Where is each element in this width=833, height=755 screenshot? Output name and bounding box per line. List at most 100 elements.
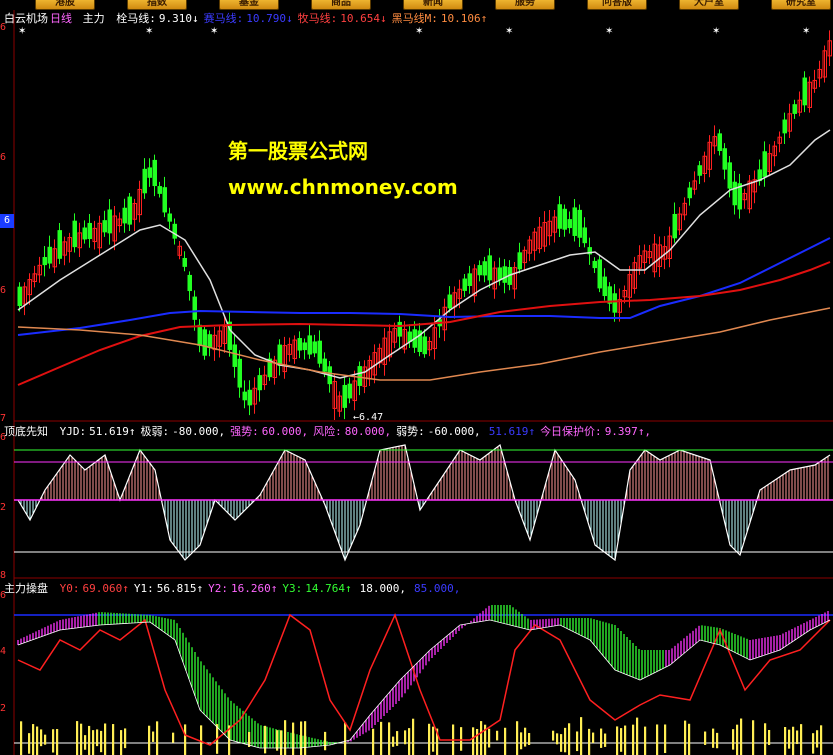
yellow-column — [740, 718, 743, 755]
main-line-item-arrow: ↓ — [192, 12, 199, 25]
yellow-column — [52, 729, 55, 753]
toolbar: 港股 指数 基金 商品 新闻 服务 问答版 大户室 研究室 — [0, 0, 833, 10]
yellow-column — [736, 724, 739, 755]
yellow-column — [560, 734, 563, 752]
yellow-column — [784, 727, 787, 755]
main-line-item-label: 牧马线: — [297, 12, 338, 25]
yellow-column — [408, 728, 411, 755]
yellow-column — [632, 724, 635, 755]
panel3-item-arrow: ↑ — [270, 582, 278, 595]
candle-body — [232, 344, 237, 367]
candle-body — [317, 340, 322, 364]
stock-chart-canvas[interactable]: ✶ ✶ ✶ ✶ ✶ ✶ ✶ ✶ — [0, 10, 833, 755]
yellow-column — [284, 720, 287, 755]
toolbar-button-1[interactable]: 港股 — [35, 0, 95, 10]
toolbar-button-5[interactable]: 新闻 — [403, 0, 463, 10]
panel3-axis-label-2: 4 — [0, 646, 7, 657]
candle-body — [567, 219, 572, 229]
yellow-column — [732, 729, 735, 750]
panel2-item-arrow: ↑ — [528, 425, 536, 438]
candle-body — [102, 220, 107, 233]
yellow-column — [300, 721, 303, 755]
candle-body — [477, 265, 482, 276]
yellow-column — [40, 729, 43, 747]
panel3-item-value: 14.764 — [305, 582, 345, 595]
panel3-item-5: 18.000, — [357, 582, 406, 595]
toolbar-button-4[interactable]: 商品 — [311, 0, 371, 10]
yellow-column — [768, 729, 771, 746]
yellow-column — [472, 727, 475, 755]
star-marker: ✶ — [145, 26, 153, 37]
yellow-column — [124, 728, 127, 749]
panel3-item-value: 56.815 — [156, 582, 197, 595]
yellow-column — [304, 721, 307, 755]
main-line-item-3: 牧马线: 10.654↓ — [298, 12, 387, 25]
candle-body — [762, 151, 767, 177]
panel2-axis-label-1: 6 — [0, 432, 7, 443]
panel2-item-value: -60.000, — [427, 425, 481, 438]
candle-body — [157, 186, 162, 194]
yellow-column — [56, 729, 59, 755]
candle-body — [347, 383, 352, 399]
candle-body — [357, 366, 362, 386]
watermark-title: 第一股票公式网 — [228, 139, 368, 163]
panel2-item-value: 60.000, — [261, 425, 309, 438]
candle-body — [257, 375, 262, 391]
yellow-column — [564, 727, 567, 753]
panel2-item-value: 51.619 — [488, 425, 529, 438]
yellow-column — [716, 732, 719, 749]
candle-body — [302, 342, 307, 351]
main-line-item-value: 10.106 — [440, 12, 481, 25]
toolbar-button-3[interactable]: 基金 — [219, 0, 279, 10]
panel3-header: 主力操盘 Y0: 69.060↑ Y1: 56.815↑ Y2: 16.260↑ Y3: 14… — [4, 582, 460, 595]
candle-body — [237, 358, 242, 388]
candle-body — [517, 252, 522, 270]
yellow-column — [32, 724, 35, 755]
candle-body — [672, 213, 677, 239]
toolbar-button-8[interactable]: 大户室 — [679, 0, 739, 10]
candle-body — [447, 294, 452, 309]
panel3-item-value: 16.260 — [231, 582, 271, 595]
yellow-column — [36, 726, 39, 755]
candle-body — [142, 168, 147, 194]
panel2-item-label: 风险: — [313, 425, 342, 438]
candle-body — [342, 384, 347, 408]
star-marker: ✶ — [18, 26, 26, 37]
yellow-column — [764, 723, 767, 755]
panel3-item-label: Y1: — [133, 582, 154, 595]
main-line-item-label: 赛马线: — [203, 12, 244, 25]
candle-body — [727, 162, 732, 189]
main-line-item-arrow: ↓ — [286, 12, 293, 25]
candle-body — [572, 207, 577, 236]
yellow-column — [624, 725, 627, 755]
toolbar-button-6[interactable]: 服务 — [495, 0, 555, 10]
yellow-column — [380, 721, 383, 755]
yellow-column — [280, 730, 283, 755]
candle-body — [277, 344, 282, 367]
panel3-item-arrow: ↑ — [196, 582, 204, 595]
yellow-column — [276, 730, 279, 751]
current-price-box: 6 — [0, 214, 14, 228]
candle-body — [592, 260, 597, 269]
candle-body — [162, 187, 167, 213]
panel3-axis-label-1: 6 — [0, 590, 7, 601]
indicator-name[interactable]: 主力 — [83, 12, 105, 25]
panel2-item-1: YJD: 51.619↑ — [60, 425, 136, 438]
panel2-item-label: 弱势: — [396, 425, 425, 438]
yellow-column — [792, 726, 795, 755]
candle-body — [597, 259, 602, 289]
toolbar-button-7[interactable]: 问答版 — [587, 0, 647, 10]
toolbar-button-2[interactable]: 指数 — [127, 0, 187, 10]
yellow-column — [616, 726, 619, 755]
low-price-value: 6.47 — [359, 412, 384, 423]
yellow-column — [820, 725, 823, 755]
main-line-item-arrow: ↑ — [480, 12, 488, 25]
star-marker: ✶ — [712, 26, 720, 37]
yellow-column — [684, 720, 687, 755]
period-label[interactable]: 日线 — [50, 12, 72, 25]
yellow-column — [752, 720, 755, 755]
ma-red-line — [17, 261, 831, 386]
yellow-column — [556, 733, 559, 745]
toolbar-button-9[interactable]: 研究室 — [771, 0, 831, 10]
candle-body — [207, 334, 212, 348]
